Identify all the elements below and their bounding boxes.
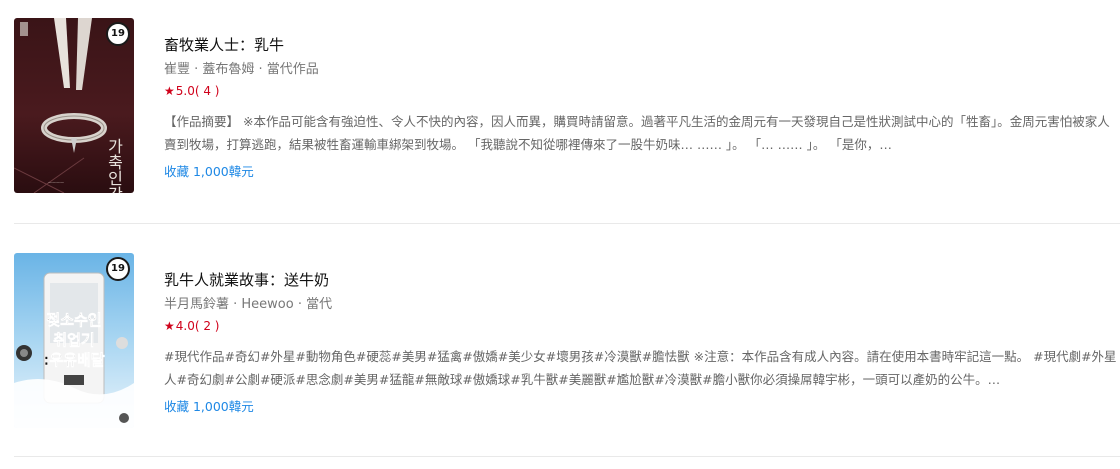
cover-title-text: 가축인간 [105,138,124,193]
rating-count: ( 4 ) [194,84,220,98]
svg-text:취업기: 취업기 [53,331,94,349]
rating-count: ( 2 ) [194,319,220,333]
rating-value: 5.0 [175,84,195,98]
list-item: 가축인간 ———— 19 畜牧業人士：乳牛 崔豐 · 蓋布魯姆 · 當代作品 ★… [14,14,1120,224]
star-icon: ★ [164,319,175,333]
book-rating: ★ 5.0 ( 4 ) [164,82,1120,100]
rating-value: 4.0 [175,319,195,333]
book-list: 가축인간 ———— 19 畜牧業人士：乳牛 崔豐 · 蓋布魯姆 · 當代作品 ★… [0,0,1120,469]
book-author[interactable]: 半月馬鈴薯 · Heewoo · 當代 [164,295,1120,315]
age-rating-badge: 19 [106,257,130,281]
svg-text:————: ———— [48,180,64,185]
book-description: #現代作品#奇幻#外星#動物角色#硬蕊#美男#猛禽#傲嬌#美少女#壞男孩#冷漠獸… [164,349,1117,387]
svg-text:젖소수인: 젖소수인 [46,311,101,329]
book-description: 【作品摘要】 ※本作品可能含有強迫性、令人不快的內容，因人而異，購買時請留意。過… [164,114,1110,152]
list-item: 젖소수인 취업기 :우유배달 19 乳牛人就業故事：送牛奶 半月馬鈴薯 · He… [14,249,1120,457]
book-cover[interactable]: 젖소수인 취업기 :우유배달 19 [14,253,134,428]
price-link[interactable]: 收藏 1,000韓元 [164,397,1120,417]
price-link[interactable]: 收藏 1,000韓元 [164,162,1120,182]
book-cover[interactable]: 가축인간 ———— 19 [14,18,134,193]
age-rating-badge: 19 [106,22,130,46]
svg-text::우유배달: :우유배달 [43,351,104,369]
book-info: 畜牧業人士：乳牛 崔豐 · 蓋布魯姆 · 當代作品 ★ 5.0 ( 4 ) 【作… [164,32,1120,182]
book-info: 乳牛人就業故事：送牛奶 半月馬鈴薯 · Heewoo · 當代 ★ 4.0 ( … [164,267,1120,417]
book-title[interactable]: 乳牛人就業故事：送牛奶 [164,267,1120,293]
star-icon: ★ [164,84,175,98]
book-rating: ★ 4.0 ( 2 ) [164,317,1120,335]
book-title[interactable]: 畜牧業人士：乳牛 [164,32,1120,58]
book-author[interactable]: 崔豐 · 蓋布魯姆 · 當代作品 [164,60,1120,80]
